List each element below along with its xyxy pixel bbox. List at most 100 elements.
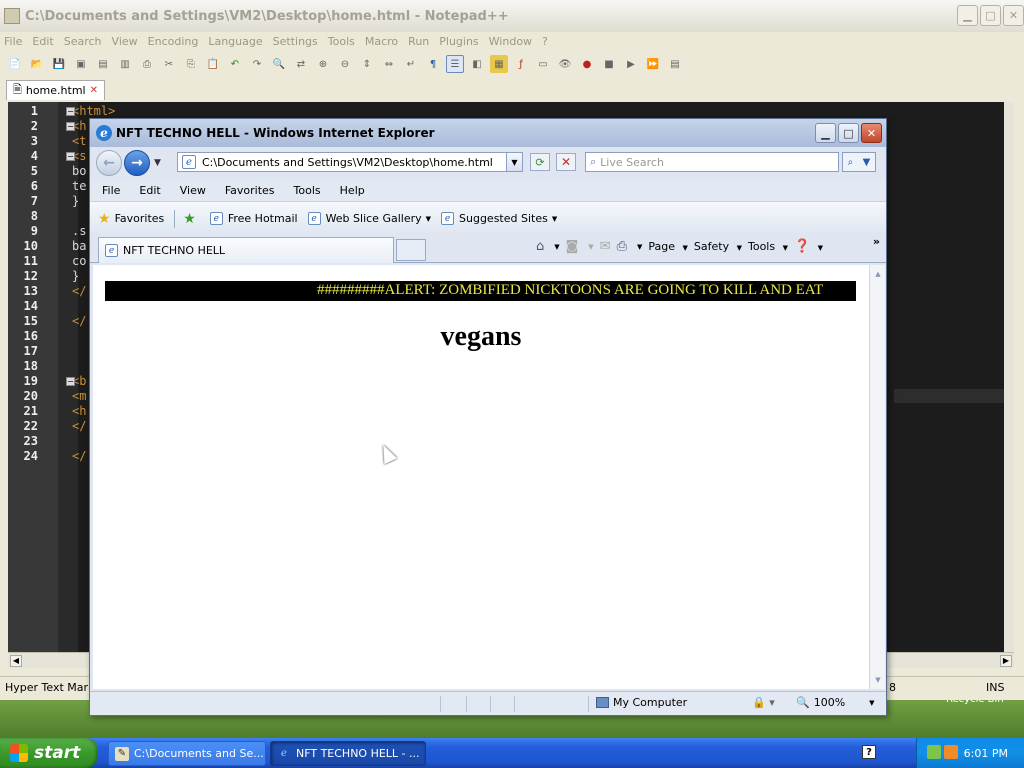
ie-minimize-button[interactable]: ▁ xyxy=(815,123,836,143)
search-tray-icon[interactable] xyxy=(944,745,958,759)
print-icon[interactable]: ⎙ xyxy=(138,55,156,73)
run-macro-multiple-icon[interactable]: ⏩ xyxy=(644,55,662,73)
tab-home-html[interactable]: 🗎 home.html ✕ xyxy=(6,80,105,100)
menu-search[interactable]: Search xyxy=(64,35,102,48)
page-menu-button[interactable]: Page ▼ xyxy=(648,240,688,253)
folder-workspace-icon[interactable]: ▭ xyxy=(534,55,552,73)
show-all-chars-icon[interactable]: ¶ xyxy=(424,55,442,73)
home-dropdown-icon[interactable]: ▼ xyxy=(554,243,559,251)
editor-vertical-scrollbar[interactable] xyxy=(1004,102,1014,652)
save-all-icon[interactable]: ▣ xyxy=(72,55,90,73)
mail-icon[interactable]: ✉ xyxy=(600,239,611,254)
protected-mode-icon[interactable]: 🔒 ▾ xyxy=(752,696,775,709)
safety-menu-button[interactable]: Safety ▼ xyxy=(694,240,742,253)
new-tab-button[interactable] xyxy=(396,239,426,261)
help-button[interactable]: ❓ ▼ xyxy=(794,239,823,254)
search-input[interactable]: ⌕ Live Search xyxy=(585,152,839,172)
indent-guide-icon[interactable]: ☰ xyxy=(446,55,464,73)
back-button[interactable]: ← xyxy=(96,150,122,176)
forward-button[interactable]: → xyxy=(124,150,150,176)
tools-menu-button[interactable]: Tools ▼ xyxy=(748,240,788,253)
save-icon[interactable]: 💾 xyxy=(50,55,68,73)
network-icon[interactable] xyxy=(927,745,941,759)
notepadpp-titlebar[interactable]: C:\Documents and Settings\VM2\Desktop\ho… xyxy=(0,0,1024,32)
redo-icon[interactable]: ↷ xyxy=(248,55,266,73)
monitor-icon[interactable]: 👁 xyxy=(556,55,574,73)
record-macro-icon[interactable]: ● xyxy=(578,55,596,73)
stop-button[interactable]: ✕ xyxy=(556,153,576,171)
search-button[interactable]: ⌕ ▼ xyxy=(842,152,876,172)
scroll-up-icon[interactable]: ▲ xyxy=(871,267,885,281)
sync-v-icon[interactable]: ⇕ xyxy=(358,55,376,73)
close-all-icon[interactable]: ▥ xyxy=(116,55,134,73)
zoom-out-icon[interactable]: ⊖ xyxy=(336,55,354,73)
save-macro-icon[interactable]: ▤ xyxy=(666,55,684,73)
fold-toggle-icon[interactable]: − xyxy=(66,107,75,116)
menu-view[interactable]: View xyxy=(112,35,138,48)
security-zone[interactable]: My Computer xyxy=(596,696,687,709)
ie-close-button[interactable]: ✕ xyxy=(861,123,882,143)
favorites-button[interactable]: ★ Favorites xyxy=(98,211,164,227)
tab-nft-techno-hell[interactable]: e NFT TECHNO HELL xyxy=(98,237,394,263)
help-support-icon[interactable]: ? xyxy=(862,745,876,759)
copy-icon[interactable]: ⎘ xyxy=(182,55,200,73)
menu-run[interactable]: Run xyxy=(408,35,429,48)
cut-icon[interactable]: ✂ xyxy=(160,55,178,73)
ie-vertical-scrollbar[interactable]: ▲ ▼ xyxy=(869,265,885,689)
feeds-icon[interactable]: ◙ xyxy=(566,239,579,254)
menu-plugins[interactable]: Plugins xyxy=(439,35,478,48)
wrap-icon[interactable]: ↵ xyxy=(402,55,420,73)
fav-link-free-hotmail[interactable]: e Free Hotmail xyxy=(209,212,298,225)
home-icon[interactable]: ⌂ xyxy=(536,239,544,254)
feeds-dropdown-icon[interactable]: ▼ xyxy=(588,243,593,251)
ie-maximize-button[interactable]: □ xyxy=(838,123,859,143)
search-options-icon[interactable]: ▼ xyxy=(863,157,871,168)
fold-toggle-icon[interactable]: − xyxy=(66,152,75,161)
fav-link-web-slice-gallery[interactable]: e Web Slice Gallery ▼ xyxy=(307,212,431,225)
menu-language[interactable]: Language xyxy=(208,35,262,48)
scroll-right-icon[interactable]: ▶ xyxy=(1000,655,1012,667)
ie-menu-file[interactable]: File xyxy=(102,184,120,197)
ie-menu-edit[interactable]: Edit xyxy=(139,184,160,197)
print-icon[interactable]: ⎙ xyxy=(617,239,627,254)
refresh-button[interactable]: ⟳ xyxy=(530,153,550,171)
menu-settings[interactable]: Settings xyxy=(273,35,318,48)
open-file-icon[interactable]: 📂 xyxy=(28,55,46,73)
fav-link-suggested-sites[interactable]: e Suggested Sites ▼ xyxy=(441,212,557,225)
address-bar[interactable]: e C:\Documents and Settings\VM2\Desktop\… xyxy=(177,152,523,172)
new-file-icon[interactable]: 📄 xyxy=(6,55,24,73)
minimize-button[interactable]: ▁ xyxy=(957,5,978,26)
stop-macro-icon[interactable]: ■ xyxy=(600,55,618,73)
find-icon[interactable]: 🔍 xyxy=(270,55,288,73)
address-dropdown-icon[interactable]: ▼ xyxy=(506,153,522,171)
ie-titlebar[interactable]: e NFT TECHNO HELL - Windows Internet Exp… xyxy=(90,119,886,147)
ie-menu-view[interactable]: View xyxy=(180,184,206,197)
play-macro-icon[interactable]: ▶ xyxy=(622,55,640,73)
undo-icon[interactable]: ↶ xyxy=(226,55,244,73)
zoom-control[interactable]: 🔍 100% ▼ xyxy=(796,696,875,709)
menu-macro[interactable]: Macro xyxy=(365,35,398,48)
print-dropdown-icon[interactable]: ▼ xyxy=(637,243,642,251)
zoom-in-icon[interactable]: ⊕ xyxy=(314,55,332,73)
clock[interactable]: 6:01 PM xyxy=(964,747,1008,760)
sync-h-icon[interactable]: ⇔ xyxy=(380,55,398,73)
udl-icon[interactable]: ◧ xyxy=(468,55,486,73)
menu-tools[interactable]: Tools xyxy=(328,35,355,48)
paste-icon[interactable]: 📋 xyxy=(204,55,222,73)
menu-encoding[interactable]: Encoding xyxy=(148,35,199,48)
menu-file[interactable]: File xyxy=(4,35,22,48)
start-button[interactable]: start xyxy=(0,738,98,768)
menu-help[interactable]: ? xyxy=(542,35,548,48)
ie-menu-tools[interactable]: Tools xyxy=(294,184,321,197)
menu-window[interactable]: Window xyxy=(489,35,532,48)
ie-menu-help[interactable]: Help xyxy=(340,184,365,197)
recent-pages-dropdown-icon[interactable]: ▼ xyxy=(154,158,161,168)
scroll-left-icon[interactable]: ◀ xyxy=(10,655,22,667)
scroll-down-icon[interactable]: ▼ xyxy=(871,673,885,687)
tab-close-icon[interactable]: ✕ xyxy=(90,85,98,96)
toolbar-overflow-icon[interactable]: » xyxy=(873,235,880,248)
fold-toggle-icon[interactable]: − xyxy=(66,122,75,131)
fold-toggle-icon[interactable]: − xyxy=(66,377,75,386)
replace-icon[interactable]: ⇄ xyxy=(292,55,310,73)
ie-menu-favorites[interactable]: Favorites xyxy=(225,184,275,197)
